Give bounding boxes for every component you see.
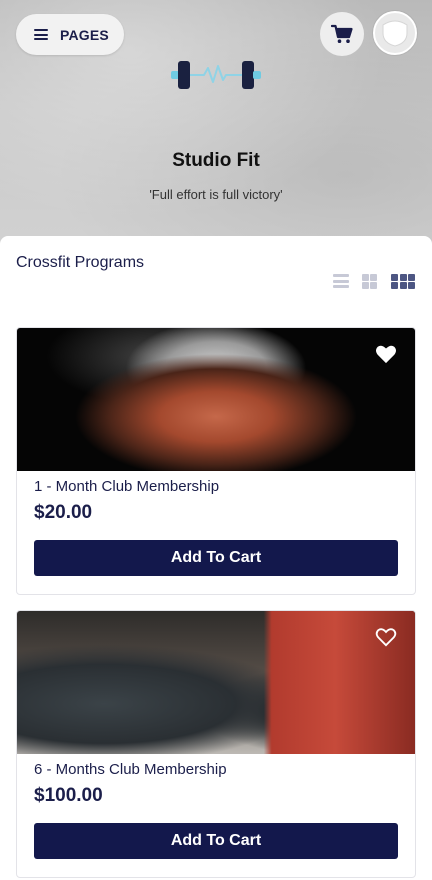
hero-header: PAGES Studio Fit 'Full effort is full vi… [0, 0, 432, 250]
list-view-icon[interactable] [333, 274, 349, 288]
pages-label: PAGES [60, 26, 109, 43]
product-image-barbell[interactable] [17, 611, 415, 754]
product-section: Crossfit Programs 1 - Month Club Members… [0, 236, 432, 880]
product-image-kettlebell[interactable] [17, 328, 415, 471]
heart-icon[interactable] [375, 627, 397, 647]
avatar-icon [382, 20, 408, 47]
avatar[interactable] [373, 11, 417, 55]
product-card[interactable]: 1 - Month Club Membership $20.00 Add To … [16, 327, 416, 595]
pages-menu-button[interactable]: PAGES [16, 14, 124, 55]
cart-button[interactable] [320, 12, 364, 56]
grid-3-icon[interactable] [391, 274, 415, 289]
product-price: $20.00 [34, 502, 93, 523]
cart-icon [331, 24, 353, 43]
studio-tagline: 'Full effort is full victory' [149, 187, 283, 202]
menu-icon [34, 29, 48, 40]
add-to-cart-button[interactable]: Add To Cart [34, 823, 398, 859]
section-title: Crossfit Programs [16, 254, 145, 271]
studio-name: Studio Fit [172, 150, 260, 171]
add-to-cart-button[interactable]: Add To Cart [34, 540, 398, 576]
product-card[interactable]: 6 - Months Club Membership $100.00 Add T… [16, 610, 416, 878]
grid-2-icon[interactable] [362, 274, 377, 289]
dumbbell-logo [171, 61, 261, 89]
product-title[interactable]: 1 - Month Club Membership [34, 478, 219, 495]
product-price: $100.00 [34, 785, 103, 806]
heart-icon[interactable] [375, 344, 397, 364]
product-title[interactable]: 6 - Months Club Membership [34, 761, 227, 778]
